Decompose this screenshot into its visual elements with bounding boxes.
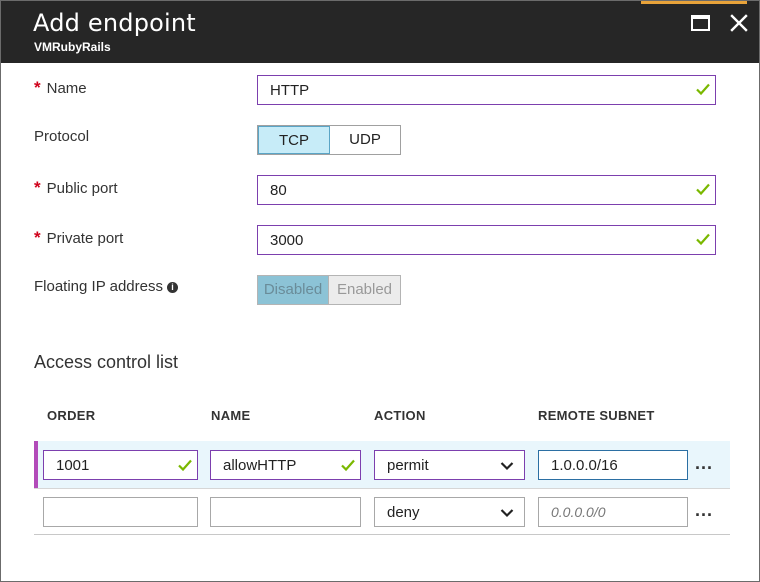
info-icon[interactable]: i [166, 282, 178, 293]
row-selection-indicator [34, 441, 38, 489]
rule-name-input[interactable] [210, 497, 361, 527]
blade-subtitle: VMRubyRails [34, 40, 111, 54]
action-select[interactable]: deny [374, 497, 525, 527]
blade-header: Add endpoint VMRubyRails [1, 1, 759, 63]
protocol-udp-option[interactable]: UDP [330, 126, 400, 154]
acl-section-title: Access control list [34, 352, 179, 372]
valid-check-icon [696, 83, 710, 96]
order-value: 1001 [56, 457, 90, 474]
close-button[interactable] [727, 11, 751, 35]
name-input[interactable]: HTTP [257, 75, 716, 105]
maximize-icon [691, 15, 710, 31]
public-port-value: 80 [270, 182, 287, 199]
required-star: * [34, 78, 41, 97]
column-header-remote-subnet: REMOTE SUBNET [538, 408, 655, 423]
remote-subnet-value: 1.0.0.0/16 [551, 457, 618, 474]
action-value: deny [387, 504, 420, 521]
protocol-toggle: TCP UDP [257, 125, 401, 155]
floating-ip-label: Floating IP address i [34, 278, 178, 295]
add-endpoint-blade: Add endpoint VMRubyRails * Name HTTP Prot… [0, 0, 760, 582]
acl-table-row[interactable]: deny 0.0.0.0/0 ... [34, 488, 730, 536]
public-port-label: * Public port [34, 178, 118, 197]
column-header-order: ORDER [47, 408, 96, 423]
table-bottom-divider [34, 534, 730, 535]
action-select[interactable]: permit [374, 450, 525, 480]
name-label: * Name [34, 78, 87, 97]
acl-table-row[interactable]: 1001 allowHTTP permit 1.0.0.0/16 ... [34, 441, 730, 489]
valid-check-icon [341, 459, 355, 472]
remote-subnet-input[interactable]: 1.0.0.0/16 [538, 450, 688, 480]
required-star: * [34, 228, 41, 247]
row-more-button[interactable]: ... [695, 453, 713, 474]
public-port-input[interactable]: 80 [257, 175, 716, 205]
blade-title: Add endpoint [33, 9, 196, 37]
chevron-down-icon [500, 509, 514, 518]
order-input[interactable]: 1001 [43, 450, 198, 480]
valid-check-icon [696, 233, 710, 246]
private-port-value: 3000 [270, 232, 304, 249]
remote-subnet-input[interactable]: 0.0.0.0/0 [538, 497, 688, 527]
private-port-label: * Private port [34, 228, 124, 247]
floating-ip-disabled-option: Disabled [258, 276, 329, 304]
private-port-input[interactable]: 3000 [257, 225, 716, 255]
row-more-button[interactable]: ... [695, 500, 713, 521]
floating-ip-enabled-option: Enabled [329, 276, 400, 304]
protocol-label: Protocol [34, 128, 90, 145]
action-value: permit [387, 457, 429, 474]
column-header-action: ACTION [374, 408, 426, 423]
column-header-name: NAME [211, 408, 251, 423]
header-accent-bar [641, 1, 747, 4]
valid-check-icon [178, 459, 192, 472]
name-input-value: HTTP [270, 82, 310, 99]
rule-name-input[interactable]: allowHTTP [210, 450, 361, 480]
required-star: * [34, 178, 41, 197]
protocol-tcp-option[interactable]: TCP [258, 126, 330, 154]
chevron-down-icon [500, 462, 514, 471]
order-input[interactable] [43, 497, 198, 527]
rule-name-value: allowHTTP [223, 457, 297, 474]
maximize-button[interactable] [689, 11, 713, 35]
floating-ip-toggle: Disabled Enabled [257, 275, 401, 305]
close-icon [730, 14, 748, 32]
remote-subnet-placeholder: 0.0.0.0/0 [551, 504, 606, 520]
valid-check-icon [696, 183, 710, 196]
